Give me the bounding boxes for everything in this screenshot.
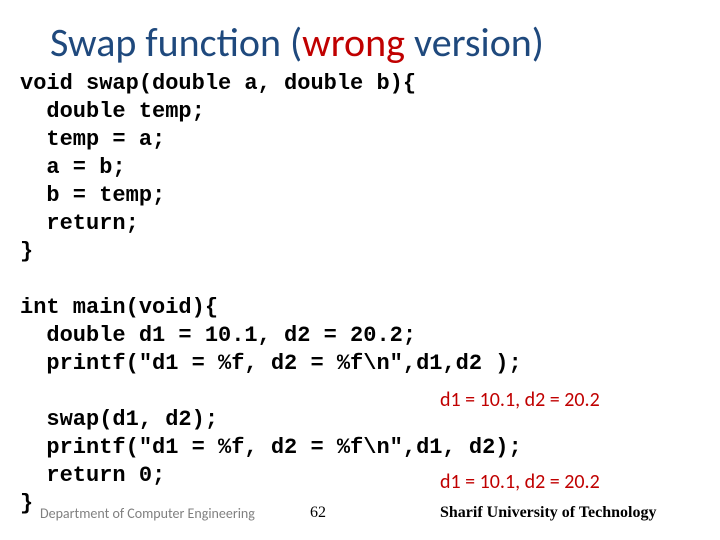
footer-department: Department of Computer Engineering	[40, 505, 255, 522]
output-first: d1 = 10.1, d2 = 20.2	[440, 388, 600, 412]
slide: Swap function (wrong version) void swap(…	[0, 0, 720, 540]
title-wrong: wrong	[302, 18, 405, 67]
code-block: void swap(double a, double b){ double te…	[20, 70, 522, 518]
title-post: version)	[405, 18, 544, 67]
footer-university: Sharif University of Technology	[440, 504, 656, 522]
footer-page-number: 62	[310, 504, 326, 522]
slide-title: Swap function (wrong version)	[50, 18, 544, 67]
output-second: d1 = 10.1, d2 = 20.2	[440, 470, 600, 494]
title-pre: Swap function (	[50, 18, 302, 67]
